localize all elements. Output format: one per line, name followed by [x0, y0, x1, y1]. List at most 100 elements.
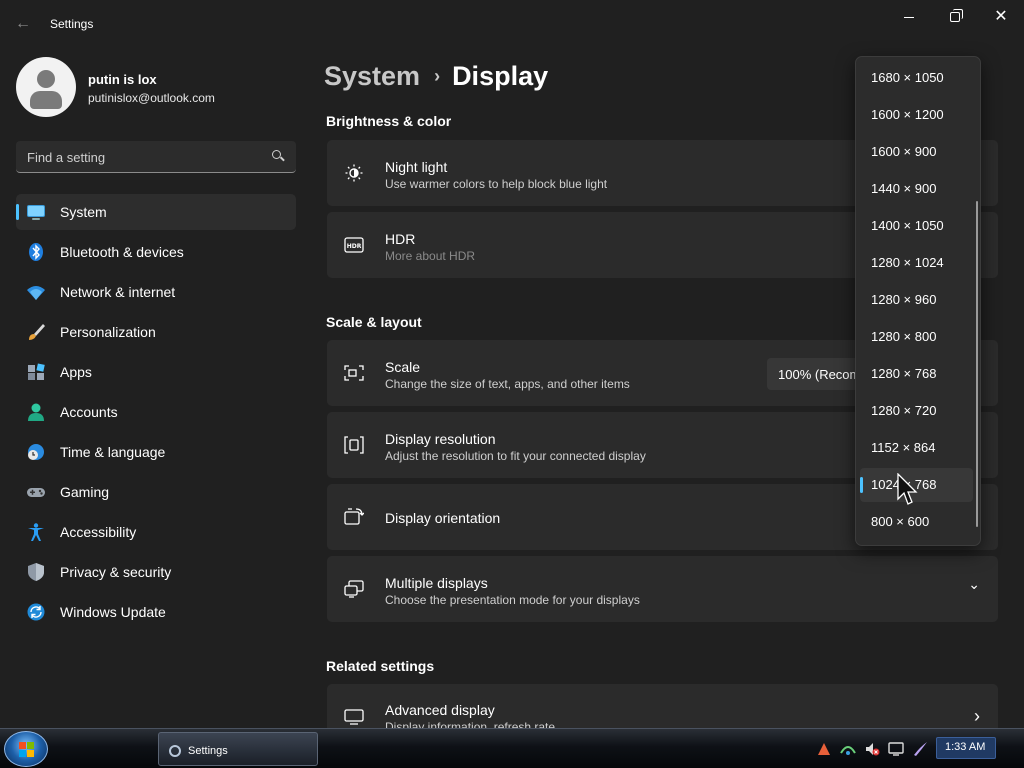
more-about-hdr-link[interactable]: More about HDR	[385, 249, 475, 263]
settings-gear-icon	[169, 745, 181, 757]
orientation-icon	[344, 508, 364, 525]
bluetooth-icon	[29, 243, 43, 261]
multiple-displays-card[interactable]: Multiple displays Choose the presentatio…	[327, 556, 998, 622]
sidebar-item-label: Accounts	[60, 404, 118, 420]
resolution-option-label: 1680 × 1050	[871, 70, 944, 85]
advanced-display-description: Display information, refresh rate	[385, 720, 556, 728]
dropdown-scrollbar[interactable]	[976, 201, 978, 527]
update-icon	[27, 603, 45, 621]
tray-app-icon[interactable]	[816, 741, 832, 757]
sidebar-item-label: Gaming	[60, 484, 110, 500]
section-related-settings: Related settings	[326, 658, 435, 674]
breadcrumb-system[interactable]: System	[324, 61, 420, 92]
resolution-option[interactable]: 1400 × 1050	[860, 209, 973, 243]
chevron-down-icon[interactable]: ⌄	[968, 576, 980, 593]
display-orientation-title: Display orientation	[385, 510, 501, 526]
sidebar-nav: System Bluetooth & devices Network & int…	[16, 194, 296, 634]
search-input[interactable]: Find a setting	[16, 141, 296, 173]
resolution-option[interactable]: 1280 × 1024	[860, 246, 973, 280]
system-icon	[27, 205, 45, 220]
accounts-icon	[28, 403, 44, 421]
resolution-option[interactable]: 1440 × 900	[860, 172, 973, 206]
sidebar-item-label: Accessibility	[60, 524, 137, 540]
maximize-button[interactable]	[932, 4, 978, 30]
resolution-option-label: 800 × 600	[871, 514, 930, 529]
resolution-option[interactable]: 1152 × 864	[860, 431, 973, 465]
clock-time: 1:33 AM	[945, 741, 986, 753]
resolution-option[interactable]: 1280 × 960	[860, 283, 973, 317]
shield-icon	[28, 563, 44, 581]
taskbar-settings-button[interactable]: Settings	[158, 732, 318, 766]
resolution-option[interactable]: 1600 × 900	[860, 135, 973, 169]
close-button[interactable]: ✕	[978, 4, 1024, 30]
taskbar-clock[interactable]: 1:33 AM	[936, 737, 996, 759]
advanced-display-title: Advanced display	[385, 702, 495, 718]
sidebar-item-label: Privacy & security	[60, 564, 172, 580]
resolution-option-label: 1400 × 1050	[871, 218, 944, 233]
monitor-icon	[344, 709, 364, 725]
tray-display-icon[interactable]	[888, 741, 904, 757]
sidebar-item-gaming[interactable]: Gaming	[16, 474, 296, 510]
display-resolution-description: Adjust the resolution to fit your connec…	[385, 449, 646, 463]
accessibility-icon	[28, 523, 44, 541]
tray-network-icon[interactable]	[840, 741, 856, 757]
back-button[interactable]: ←	[10, 12, 36, 36]
minimize-button[interactable]	[886, 4, 932, 30]
resolution-option[interactable]: 1280 × 768	[860, 357, 973, 391]
start-button[interactable]	[4, 731, 48, 767]
sidebar-item-system[interactable]: System	[16, 194, 296, 230]
taskbar: Settings 1:33 AM	[0, 728, 1024, 768]
sidebar-item-privacy[interactable]: Privacy & security	[16, 554, 296, 590]
sidebar-item-personalization[interactable]: Personalization	[16, 314, 296, 350]
sidebar-item-network[interactable]: Network & internet	[16, 274, 296, 310]
controller-icon	[27, 488, 45, 497]
user-name: putin is lox	[88, 72, 157, 87]
night-light-title: Night light	[385, 159, 448, 175]
resolution-option[interactable]: 1600 × 1200	[860, 98, 973, 132]
sidebar-item-accounts[interactable]: Accounts	[16, 394, 296, 430]
resolution-option-label: 1600 × 1200	[871, 107, 944, 122]
multiple-displays-description: Choose the presentation mode for your di…	[385, 593, 640, 607]
advanced-display-card[interactable]: Advanced display Display information, re…	[327, 684, 998, 728]
brush-icon	[29, 324, 45, 340]
sidebar-item-apps[interactable]: Apps	[16, 354, 296, 390]
sidebar-item-accessibility[interactable]: Accessibility	[16, 514, 296, 550]
avatar[interactable]	[16, 57, 76, 117]
multiple-displays-icon	[344, 580, 364, 598]
svg-text:HDR: HDR	[347, 243, 362, 250]
scale-description: Change the size of text, apps, and other…	[385, 377, 630, 391]
app-title: Settings	[50, 17, 94, 31]
sidebar-item-time-language[interactable]: Time & language	[16, 434, 296, 470]
tray-volume-muted-icon[interactable]	[864, 741, 880, 757]
sidebar-item-label: Bluetooth & devices	[60, 244, 184, 260]
scale-title: Scale	[385, 359, 421, 375]
chevron-right-icon[interactable]: ›	[974, 706, 980, 727]
resolution-option-label: 1280 × 768	[871, 366, 937, 381]
taskbar-settings-label: Settings	[188, 745, 228, 757]
tray-pen-icon[interactable]	[912, 741, 928, 757]
wifi-icon	[27, 286, 45, 300]
breadcrumb: System › Display	[324, 58, 548, 94]
section-brightness-color: Brightness & color	[326, 113, 452, 129]
resolution-option[interactable]: 1680 × 1050	[860, 61, 973, 95]
night-light-description: Use warmer colors to help block blue lig…	[385, 177, 608, 191]
section-scale-layout: Scale & layout	[326, 314, 422, 330]
resolution-option[interactable]: 1280 × 800	[860, 320, 973, 354]
avatar-head	[37, 70, 55, 88]
sidebar-item-label: Time & language	[60, 444, 166, 460]
resolution-option-label: 1280 × 1024	[871, 255, 944, 270]
resolution-option[interactable]: 1280 × 720	[860, 394, 973, 428]
display-resolution-title: Display resolution	[385, 431, 496, 447]
resolution-option-label: 1280 × 800	[871, 329, 937, 344]
sidebar-item-windows-update[interactable]: Windows Update	[16, 594, 296, 630]
restore-icon	[950, 9, 963, 22]
resolution-option-label: 1440 × 900	[871, 181, 937, 196]
mouse-cursor-icon	[897, 473, 918, 505]
scale-icon	[344, 365, 364, 381]
page-title: Display	[452, 60, 549, 91]
resolution-option[interactable]: 800 × 600	[860, 505, 973, 539]
user-email: putinislox@outlook.com	[88, 91, 215, 105]
night-light-icon	[345, 164, 363, 182]
globe-clock-icon	[28, 444, 44, 460]
sidebar-item-bluetooth[interactable]: Bluetooth & devices	[16, 234, 296, 270]
